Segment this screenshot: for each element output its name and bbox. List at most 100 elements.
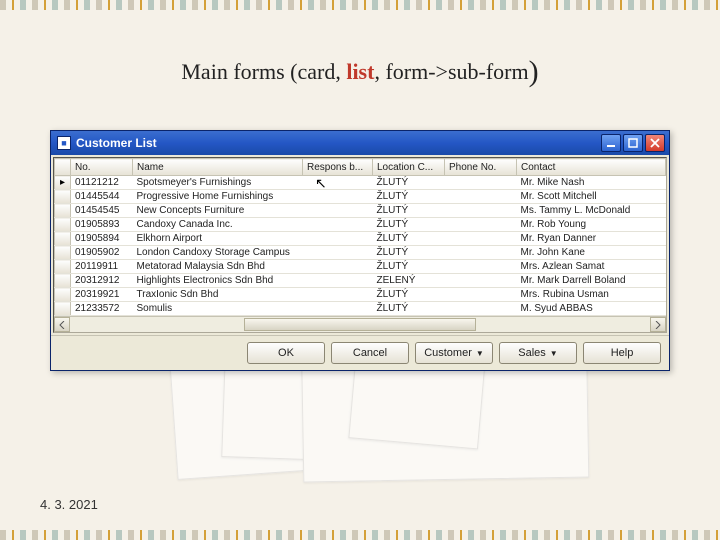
scroll-thumb[interactable] bbox=[244, 318, 476, 331]
col-header-phone[interactable]: Phone No. bbox=[445, 159, 517, 176]
cell[interactable]: 01121212 bbox=[71, 176, 133, 190]
cell[interactable]: ŽLUTÝ bbox=[373, 190, 445, 204]
table-row[interactable]: 20312912Highlights Electronics Sdn Bhd ZE… bbox=[55, 274, 666, 288]
window-titlebar[interactable]: ■ Customer List bbox=[51, 131, 669, 155]
cell[interactable]: 01445544 bbox=[71, 190, 133, 204]
cell[interactable]: London Candoxy Storage Campus bbox=[133, 246, 303, 260]
cell[interactable]: 01905893 bbox=[71, 218, 133, 232]
cell[interactable]: Mrs. Azlean Samat bbox=[517, 260, 666, 274]
cell[interactable] bbox=[303, 246, 373, 260]
ok-button[interactable]: OK bbox=[247, 342, 325, 364]
cell[interactable] bbox=[303, 204, 373, 218]
table-row[interactable]: 20319921TraxIonic Sdn Bhd ŽLUTÝ Mrs. Rubin… bbox=[55, 288, 666, 302]
cell[interactable] bbox=[445, 218, 517, 232]
row-selector[interactable]: ▸ bbox=[55, 176, 71, 190]
cell[interactable]: 20119911 bbox=[71, 260, 133, 274]
cell[interactable]: 20319921 bbox=[71, 288, 133, 302]
cell[interactable]: Progressive Home Furnishings bbox=[133, 190, 303, 204]
col-header-selector[interactable] bbox=[55, 159, 71, 176]
cancel-button[interactable]: Cancel bbox=[331, 342, 409, 364]
cell[interactable]: Highlights Electronics Sdn Bhd bbox=[133, 274, 303, 288]
cell[interactable] bbox=[303, 218, 373, 232]
col-header-name[interactable]: Name bbox=[133, 159, 303, 176]
table-row[interactable]: 20119911Metatorad Malaysia Sdn Bhd ŽLUTÝ M… bbox=[55, 260, 666, 274]
cell[interactable]: ŽLUTÝ bbox=[373, 232, 445, 246]
cell[interactable]: ŽLUTÝ bbox=[373, 218, 445, 232]
row-selector[interactable] bbox=[55, 246, 71, 260]
cell[interactable]: Mr. John Kane bbox=[517, 246, 666, 260]
cell[interactable] bbox=[303, 232, 373, 246]
customer-menu-button[interactable]: Customer▼ bbox=[415, 342, 493, 364]
row-selector[interactable] bbox=[55, 232, 71, 246]
cell[interactable]: 01454545 bbox=[71, 204, 133, 218]
cell[interactable]: Mr. Mark Darrell Boland bbox=[517, 274, 666, 288]
data-grid[interactable]: No. Name Respons b... Location C... Phon… bbox=[53, 157, 667, 333]
table-row[interactable]: 01454545New Concepts Furniture ŽLUTÝ Ms. T… bbox=[55, 204, 666, 218]
cell[interactable]: ŽLUTÝ bbox=[373, 288, 445, 302]
cell[interactable]: 01905902 bbox=[71, 246, 133, 260]
table-row[interactable]: 01445544Progressive Home Furnishings ŽLUT… bbox=[55, 190, 666, 204]
horizontal-scrollbar[interactable] bbox=[54, 316, 666, 332]
cell[interactable]: Mr. Scott Mitchell bbox=[517, 190, 666, 204]
table-row[interactable]: 01905894Elkhorn Airport ŽLUTÝ Mr. Ryan Dan… bbox=[55, 232, 666, 246]
cell[interactable] bbox=[445, 274, 517, 288]
table-row[interactable]: ▸01121212Spotsmeyer's Furnishings ŽLUTÝ Mr… bbox=[55, 176, 666, 190]
sales-menu-button[interactable]: Sales▼ bbox=[499, 342, 577, 364]
cell[interactable] bbox=[303, 190, 373, 204]
cell[interactable]: 21233572 bbox=[71, 302, 133, 316]
cell[interactable] bbox=[445, 190, 517, 204]
cell[interactable]: Mr. Rob Young bbox=[517, 218, 666, 232]
help-button[interactable]: Help bbox=[583, 342, 661, 364]
cell[interactable] bbox=[303, 274, 373, 288]
scroll-right-button[interactable] bbox=[650, 317, 666, 332]
cell[interactable]: ŽLUTÝ bbox=[373, 246, 445, 260]
row-selector[interactable] bbox=[55, 204, 71, 218]
table-row[interactable]: 01905893Candoxy Canada Inc. ŽLUTÝ Mr. Rob … bbox=[55, 218, 666, 232]
col-header-no[interactable]: No. bbox=[71, 159, 133, 176]
cell[interactable] bbox=[303, 302, 373, 316]
row-selector[interactable] bbox=[55, 218, 71, 232]
cell[interactable] bbox=[445, 176, 517, 190]
cell[interactable]: M. Syud ABBAS bbox=[517, 302, 666, 316]
cell[interactable]: Ms. Tammy L. McDonald bbox=[517, 204, 666, 218]
cell[interactable]: 01905894 bbox=[71, 232, 133, 246]
cell[interactable]: 20312912 bbox=[71, 274, 133, 288]
close-button[interactable] bbox=[645, 134, 665, 152]
cell[interactable]: New Concepts Furniture bbox=[133, 204, 303, 218]
cell[interactable]: ZELENÝ bbox=[373, 274, 445, 288]
cell[interactable]: Mrs. Rubina Usman bbox=[517, 288, 666, 302]
cell[interactable]: Candoxy Canada Inc. bbox=[133, 218, 303, 232]
cell[interactable]: Mr. Mike Nash bbox=[517, 176, 666, 190]
cell[interactable]: Spotsmeyer's Furnishings bbox=[133, 176, 303, 190]
row-selector[interactable] bbox=[55, 288, 71, 302]
cell[interactable] bbox=[445, 204, 517, 218]
cell[interactable] bbox=[303, 288, 373, 302]
scroll-track[interactable] bbox=[70, 317, 650, 332]
cell[interactable]: Mr. Ryan Danner bbox=[517, 232, 666, 246]
row-selector[interactable] bbox=[55, 260, 71, 274]
table-row[interactable]: 21233572Somulis ŽLUTÝ M. Syud ABBAS bbox=[55, 302, 666, 316]
cell[interactable] bbox=[445, 260, 517, 274]
table-row[interactable]: 01905902London Candoxy Storage Campus ŽLU… bbox=[55, 246, 666, 260]
col-header-responsible[interactable]: Respons b... bbox=[303, 159, 373, 176]
row-selector[interactable] bbox=[55, 274, 71, 288]
cell[interactable]: ŽLUTÝ bbox=[373, 176, 445, 190]
cell[interactable] bbox=[445, 288, 517, 302]
cell[interactable]: ŽLUTÝ bbox=[373, 302, 445, 316]
cell[interactable]: TraxIonic Sdn Bhd bbox=[133, 288, 303, 302]
cell[interactable]: Elkhorn Airport bbox=[133, 232, 303, 246]
row-selector[interactable] bbox=[55, 302, 71, 316]
col-header-contact[interactable]: Contact bbox=[517, 159, 666, 176]
col-header-location[interactable]: Location C... bbox=[373, 159, 445, 176]
cell[interactable] bbox=[303, 260, 373, 274]
cell[interactable]: ŽLUTÝ bbox=[373, 204, 445, 218]
minimize-button[interactable] bbox=[601, 134, 621, 152]
cell[interactable] bbox=[303, 176, 373, 190]
row-selector[interactable] bbox=[55, 190, 71, 204]
cell[interactable]: ŽLUTÝ bbox=[373, 260, 445, 274]
cell[interactable]: Somulis bbox=[133, 302, 303, 316]
cell[interactable]: Metatorad Malaysia Sdn Bhd bbox=[133, 260, 303, 274]
cell[interactable] bbox=[445, 232, 517, 246]
maximize-button[interactable] bbox=[623, 134, 643, 152]
scroll-left-button[interactable] bbox=[54, 317, 70, 332]
